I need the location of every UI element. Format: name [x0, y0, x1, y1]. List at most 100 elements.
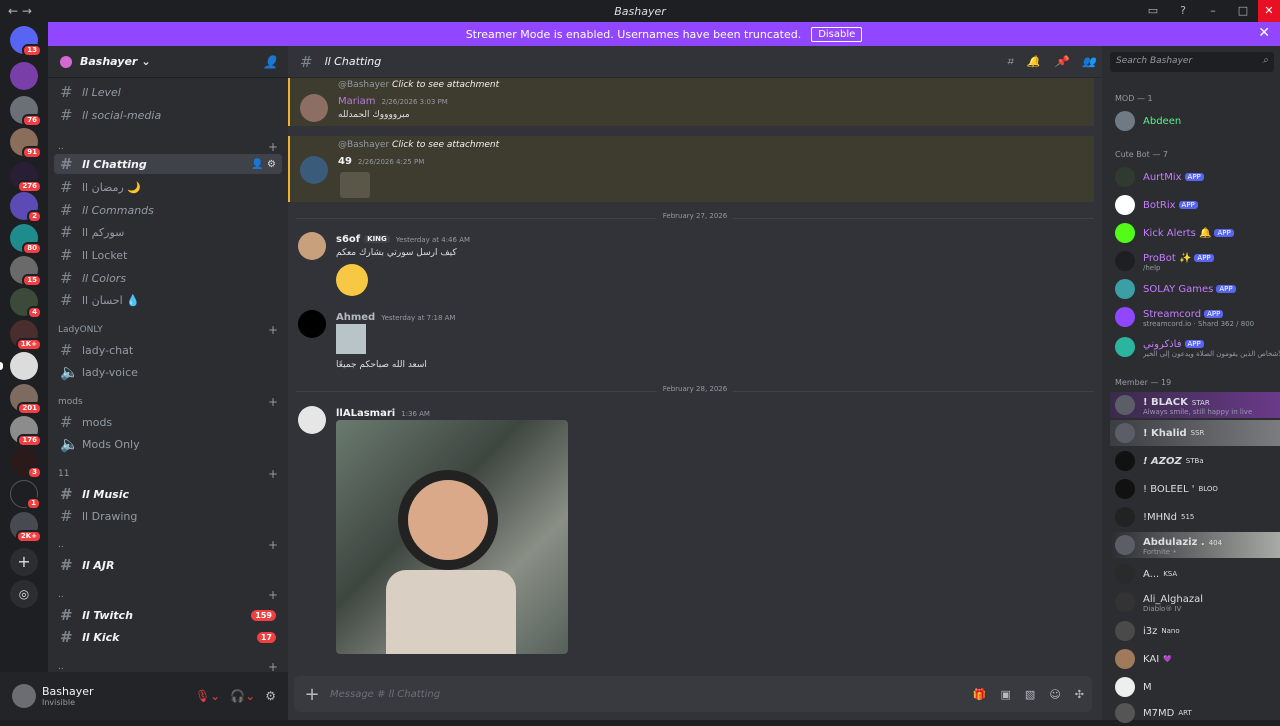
threads-icon[interactable]: ⌗	[1007, 55, 1013, 69]
close-window-button[interactable]: ✕	[1258, 0, 1280, 22]
gif-icon[interactable]: ▣	[1001, 688, 1011, 701]
channel-suwarkum[interactable]: # ll سورکم	[54, 222, 282, 242]
bell-icon[interactable]: 🔔	[1027, 55, 1041, 69]
avatar[interactable]	[298, 310, 326, 338]
member-item[interactable]: Abdulaziz . 404 Fortnite •	[1110, 532, 1280, 558]
category-header[interactable]: LadyONLY +	[58, 323, 282, 337]
apps-icon[interactable]: ✣	[1075, 688, 1084, 701]
message-author[interactable]: Ahmed Yesterday at 7:18 AM	[336, 312, 455, 323]
emoji-picker-icon[interactable]: ☺	[1049, 688, 1060, 701]
gift-icon[interactable]: 🎁	[973, 688, 987, 701]
message[interactable]: @Bashayer Click to see attachment Mariam…	[288, 78, 1094, 126]
inbox-icon[interactable]: ▭	[1138, 0, 1168, 22]
message[interactable]: Ahmed Yesterday at 7:18 AM اسعد الله صباح…	[288, 308, 1094, 378]
channel-social-media[interactable]: # ll social-media	[54, 105, 282, 125]
category-header[interactable]: .. +	[58, 538, 282, 552]
close-icon[interactable]: ✕	[1258, 25, 1270, 41]
server-icon[interactable]	[0, 352, 38, 380]
message[interactable]: @Bashayer Click to see attachment 49 2/26…	[288, 136, 1094, 202]
member-item[interactable]: ! BOLEEL ' BLOO	[1110, 476, 1280, 502]
add-channel-icon[interactable]: +	[268, 588, 278, 602]
member-item[interactable]: !MHNd 515	[1110, 504, 1280, 530]
channel-commands[interactable]: # ll Commands	[54, 200, 282, 220]
message[interactable]: llALasmari 1:36 AM	[288, 404, 1094, 660]
member-item[interactable]: Abdeen	[1110, 108, 1280, 134]
members-icon[interactable]: 👥	[1082, 55, 1096, 69]
member-item[interactable]: KAI 💜	[1110, 646, 1280, 672]
disable-streamer-mode-button[interactable]: Disable	[811, 26, 863, 42]
category-header[interactable]: 11 +	[58, 467, 282, 481]
server-icon[interactable]: 2	[10, 192, 42, 223]
sticker-image[interactable]	[340, 172, 370, 198]
maximize-button[interactable]: □	[1228, 0, 1258, 22]
server-icon[interactable]: 91	[10, 128, 42, 159]
member-item[interactable]: Kick Alerts 🔔 APP	[1110, 220, 1280, 246]
pin-icon[interactable]: 📌	[1055, 55, 1069, 69]
server-icon[interactable]: 1	[10, 480, 41, 510]
channel-lady-chat[interactable]: # lady-chat	[54, 340, 282, 360]
member-item[interactable]: M7MD ART	[1110, 700, 1280, 726]
server-icon[interactable]: 201	[10, 384, 42, 415]
server-icon[interactable]: 1K+	[10, 320, 42, 351]
reply-preview[interactable]: @Bashayer Click to see attachment	[338, 140, 499, 150]
server-icon[interactable]: 276	[10, 162, 42, 193]
server-folder[interactable]: 2K+	[10, 512, 42, 543]
headset-deafened-icon[interactable]: 🎧⌄	[230, 689, 255, 703]
server-icon[interactable]: 4	[10, 288, 42, 319]
member-item[interactable]: Ali_Alghazal Diablo® IV	[1110, 589, 1280, 615]
discover-icon[interactable]: ◎	[10, 580, 38, 608]
member-item[interactable]: ! BLACK STAR Always smile, still happy in …	[1110, 392, 1280, 418]
category-header[interactable]: .. +	[58, 588, 282, 602]
help-icon[interactable]: ?	[1168, 0, 1198, 22]
channel-ajr[interactable]: # ll AJR	[54, 555, 282, 575]
avatar[interactable]	[12, 684, 36, 708]
mic-muted-icon[interactable]: 🎙⌄	[195, 689, 220, 703]
message-author[interactable]: s6of KING Yesterday at 4:46 AM	[336, 234, 470, 245]
member-item[interactable]: M	[1110, 674, 1280, 700]
member-item[interactable]: ! AZOZ STBa	[1110, 448, 1280, 474]
add-channel-icon[interactable]: +	[268, 323, 278, 337]
server-icon[interactable]: 80	[10, 224, 42, 255]
category-header[interactable]: mods +	[58, 395, 282, 409]
add-server-icon[interactable]: +	[10, 548, 38, 576]
channel-ehsan[interactable]: # ll احسان 💧	[54, 290, 282, 310]
member-item[interactable]: AurtMix APP	[1110, 164, 1280, 190]
home-button[interactable]: 13	[10, 26, 42, 57]
avatar[interactable]	[298, 232, 326, 260]
message-author[interactable]: 49 2/26/2026 4:25 PM	[338, 156, 424, 167]
voice-channel-lady-voice[interactable]: 🔈 lady-voice	[54, 362, 282, 382]
server-icon[interactable]	[10, 62, 38, 90]
channel-mods[interactable]: # mods	[54, 412, 282, 432]
search-input[interactable]: Search Bashayer ⌕	[1110, 52, 1274, 72]
message-author[interactable]: Mariam 2/26/2026 3:03 PM	[338, 96, 448, 107]
minimize-button[interactable]: –	[1198, 0, 1228, 22]
member-item[interactable]: Streamcord APP streamcord.io · Shard 362 /…	[1110, 304, 1280, 330]
channel-drawing[interactable]: # ll Drawing	[54, 506, 282, 526]
channel-settings-icon[interactable]: 👤 ⚙	[251, 159, 276, 170]
category-header[interactable]: .. +	[58, 660, 282, 674]
voice-channel-mods-only[interactable]: 🔈 Mods Only	[54, 434, 282, 454]
image-attachment[interactable]	[336, 324, 366, 354]
member-item[interactable]: i3z Nano	[1110, 618, 1280, 644]
channel-colors[interactable]: # ll Colors	[54, 268, 282, 288]
server-icon[interactable]: 3	[10, 448, 42, 479]
avatar[interactable]	[300, 94, 328, 122]
message[interactable]: s6of KING Yesterday at 4:46 AM كيف ارسل سو…	[288, 230, 1094, 300]
category-header[interactable]: .. +	[58, 140, 282, 154]
invite-icon[interactable]: 👤	[263, 55, 278, 69]
server-header[interactable]: Bashayer ⌄ 👤	[48, 46, 288, 78]
channel-ramadan[interactable]: # ll رمضان 🌙	[54, 177, 282, 197]
gear-icon[interactable]: ⚙	[265, 689, 276, 703]
message-author[interactable]: llALasmari 1:36 AM	[336, 408, 430, 419]
reply-preview[interactable]: @Bashayer Click to see attachment	[338, 80, 499, 90]
member-item[interactable]: SOLAY Games APP	[1110, 276, 1280, 302]
server-icon[interactable]: 76	[10, 96, 42, 127]
message-input[interactable]: Message # ll Chatting	[330, 689, 440, 700]
channel-kick[interactable]: # ll Kick 17	[54, 627, 282, 647]
member-item[interactable]: ProBot ✨ APP/help	[1110, 248, 1280, 274]
server-icon[interactable]: 15	[10, 256, 42, 287]
channel-music[interactable]: # ll Music	[54, 484, 282, 504]
add-channel-icon[interactable]: +	[268, 467, 278, 481]
channel-chatting[interactable]: # ll Chatting 👤 ⚙	[54, 154, 282, 174]
member-item[interactable]: BotRix APP	[1110, 192, 1280, 218]
